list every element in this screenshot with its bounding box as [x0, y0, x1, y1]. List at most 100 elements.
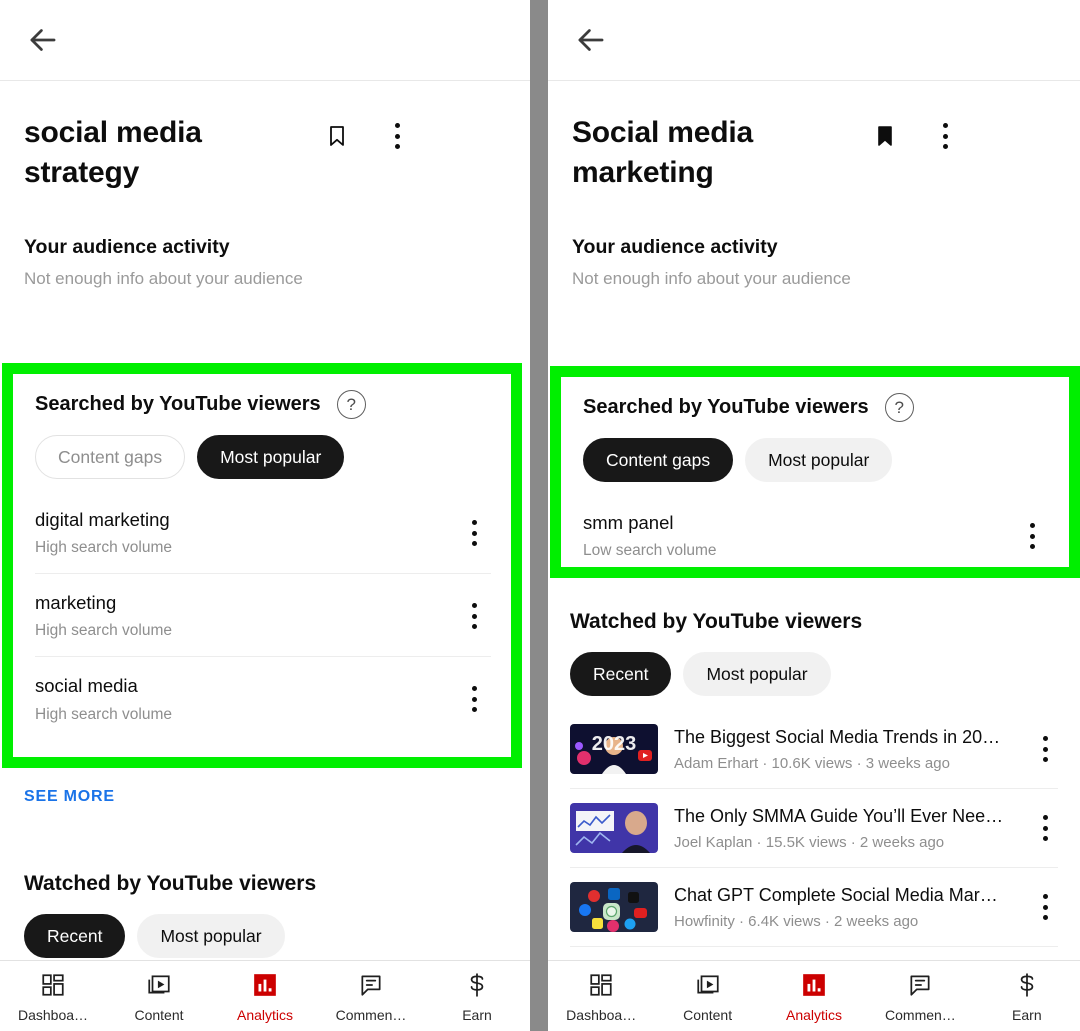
tab-content-gaps[interactable]: Content gaps	[35, 435, 186, 479]
left-bottom-nav: Dashboa… Content Analytics Commen… Earn	[0, 960, 530, 1031]
nav-label: Analytics	[786, 1006, 843, 1023]
nav-item-comments[interactable]: Commen…	[867, 970, 973, 1023]
keyword-row[interactable]: social media High search volume	[35, 657, 491, 739]
searched-title: Searched by YouTube viewers	[35, 393, 321, 415]
audience-heading: Your audience activity	[572, 236, 778, 259]
see-more-link[interactable]: SEE MORE	[24, 788, 115, 806]
left-topbar	[0, 0, 530, 81]
watched-tabs: Recent Most popular	[570, 652, 1058, 696]
earn-icon	[1012, 970, 1042, 1000]
more-options-icon[interactable]	[461, 518, 487, 548]
nav-item-comments[interactable]: Commen…	[318, 970, 424, 1023]
audience-text: Not enough info about your audience	[24, 269, 303, 289]
nav-item-dashboard[interactable]: Dashboa…	[548, 970, 654, 1023]
content-icon	[693, 970, 723, 1000]
keyword-name: digital marketing	[35, 509, 170, 530]
more-options-icon[interactable]	[1032, 813, 1058, 843]
tab-most-popular[interactable]: Most popular	[197, 435, 345, 479]
more-options-icon[interactable]	[461, 684, 487, 714]
tab-most-popular[interactable]: Most popular	[137, 914, 285, 958]
nav-label: Analytics	[236, 1006, 294, 1023]
bookmark-icon[interactable]	[324, 121, 350, 151]
nav-label: Content	[134, 1006, 184, 1023]
tab-recent[interactable]: Recent	[570, 652, 672, 696]
video-list-item[interactable]: The Only SMMA Guide You’ll Ever Nee… Joe…	[570, 789, 1058, 868]
video-title: The Only SMMA Guide You’ll Ever Nee…	[674, 805, 1004, 826]
nav-label: Commen…	[335, 1006, 407, 1023]
nav-item-dashboard[interactable]: Dashboa…	[0, 970, 106, 1023]
watched-video-list: 2023 The Biggest Social Media Trends in …	[570, 710, 1058, 947]
help-icon[interactable]: ?	[884, 393, 914, 422]
video-subtitle: Joel Kaplan · 15.5K views · 2 weeks ago	[674, 833, 945, 851]
searched-card: Searched by YouTube viewers ? Content ga…	[13, 374, 511, 740]
comments-icon	[356, 970, 386, 1000]
right-bottom-nav: Dashboa… Content Analytics Commen… Earn	[548, 960, 1080, 1031]
right-watched-section: Watched by YouTube viewers Recent Most p…	[570, 610, 1058, 947]
video-subtitle: Howfinity · 6.4K views · 2 weeks ago	[674, 912, 919, 930]
content-icon	[144, 970, 174, 1000]
right-audience-section: Your audience activity Not enough info a…	[548, 236, 1080, 289]
more-options-icon[interactable]	[1032, 734, 1058, 764]
keyword-list: digital marketing High search volume mar…	[35, 491, 491, 740]
watched-title: Watched by YouTube viewers	[24, 872, 317, 895]
keyword-row[interactable]: marketing High search volume	[35, 574, 491, 658]
left-audience-section: Your audience activity Not enough info a…	[0, 236, 530, 289]
dashboard-icon	[38, 970, 68, 1000]
keyword-volume: High search volume	[35, 539, 172, 557]
page-title: social media strategy	[24, 116, 202, 189]
help-icon[interactable]: ?	[336, 390, 366, 419]
nav-item-analytics[interactable]: Analytics	[212, 970, 318, 1023]
panel-divider	[530, 0, 548, 1031]
video-list-item[interactable]: Chat GPT Complete Social Media Mar… Howf…	[570, 868, 1058, 947]
right-topbar	[548, 0, 1080, 81]
dashboard-icon	[586, 970, 616, 1000]
keyword-row[interactable]: smm panel Low search volume	[583, 494, 1049, 576]
searched-title: Searched by YouTube viewers	[583, 396, 869, 418]
tab-most-popular[interactable]: Most popular	[683, 652, 831, 696]
right-title-row: Social media marketing	[548, 81, 1080, 192]
nav-label: Dashboa…	[17, 1006, 89, 1023]
searched-title-row: Searched by YouTube viewers ?	[583, 393, 1049, 422]
more-options-icon[interactable]	[1019, 521, 1045, 551]
nav-item-analytics[interactable]: Analytics	[761, 970, 867, 1023]
nav-label: Content	[683, 1006, 733, 1023]
searched-by-viewers-highlight: Searched by YouTube viewers ? Content ga…	[550, 366, 1080, 578]
nav-item-earn[interactable]: Earn	[974, 970, 1080, 1023]
nav-item-content[interactable]: Content	[654, 970, 760, 1023]
video-title: Chat GPT Complete Social Media Mar…	[674, 884, 998, 905]
analytics-icon	[250, 970, 280, 1000]
searched-title-row: Searched by YouTube viewers ?	[35, 390, 491, 419]
keyword-name: marketing	[35, 592, 117, 614]
nav-label: Earn	[462, 1006, 492, 1023]
watched-title: Watched by YouTube viewers	[570, 610, 863, 633]
audience-heading: Your audience activity	[24, 236, 230, 259]
more-options-icon[interactable]	[384, 121, 410, 151]
arrow-left-icon[interactable]	[572, 21, 610, 59]
searched-card: Searched by YouTube viewers ? Content ga…	[561, 377, 1069, 576]
more-options-icon[interactable]	[932, 121, 958, 151]
tab-content-gaps[interactable]: Content gaps	[583, 438, 734, 482]
bookmark-icon[interactable]	[872, 121, 898, 151]
tab-most-popular[interactable]: Most popular	[745, 438, 893, 482]
nav-label: Earn	[1012, 1006, 1042, 1023]
right-title-actions	[872, 113, 958, 151]
more-options-icon[interactable]	[461, 601, 487, 631]
tab-recent[interactable]: Recent	[24, 914, 126, 958]
keyword-name: smm panel	[583, 512, 674, 533]
video-title: The Biggest Social Media Trends in 20…	[674, 726, 1001, 747]
arrow-left-icon[interactable]	[24, 21, 62, 59]
nav-label: Dashboa…	[566, 1006, 637, 1023]
nav-item-content[interactable]: Content	[106, 970, 212, 1023]
nav-item-earn[interactable]: Earn	[424, 970, 530, 1023]
keyword-row[interactable]: digital marketing High search volume	[35, 491, 491, 575]
screenshot-root: social media strategy Your audience acti…	[0, 0, 1080, 1031]
video-subtitle: Adam Erhart · 10.6K views · 3 weeks ago	[674, 754, 950, 772]
video-meta: The Only SMMA Guide You’ll Ever Nee… Joe…	[658, 806, 1032, 851]
left-watched-section: Watched by YouTube viewers Recent Most p…	[24, 872, 506, 958]
thumbnail-chart	[570, 803, 658, 853]
watched-tabs: Recent Most popular	[24, 914, 506, 958]
video-list-item[interactable]: 2023 The Biggest Social Media Trends in …	[570, 710, 1058, 789]
analytics-icon	[799, 970, 829, 1000]
more-options-icon[interactable]	[1032, 892, 1058, 922]
right-phone-panel: Social media marketing Your audience act…	[548, 0, 1080, 1031]
